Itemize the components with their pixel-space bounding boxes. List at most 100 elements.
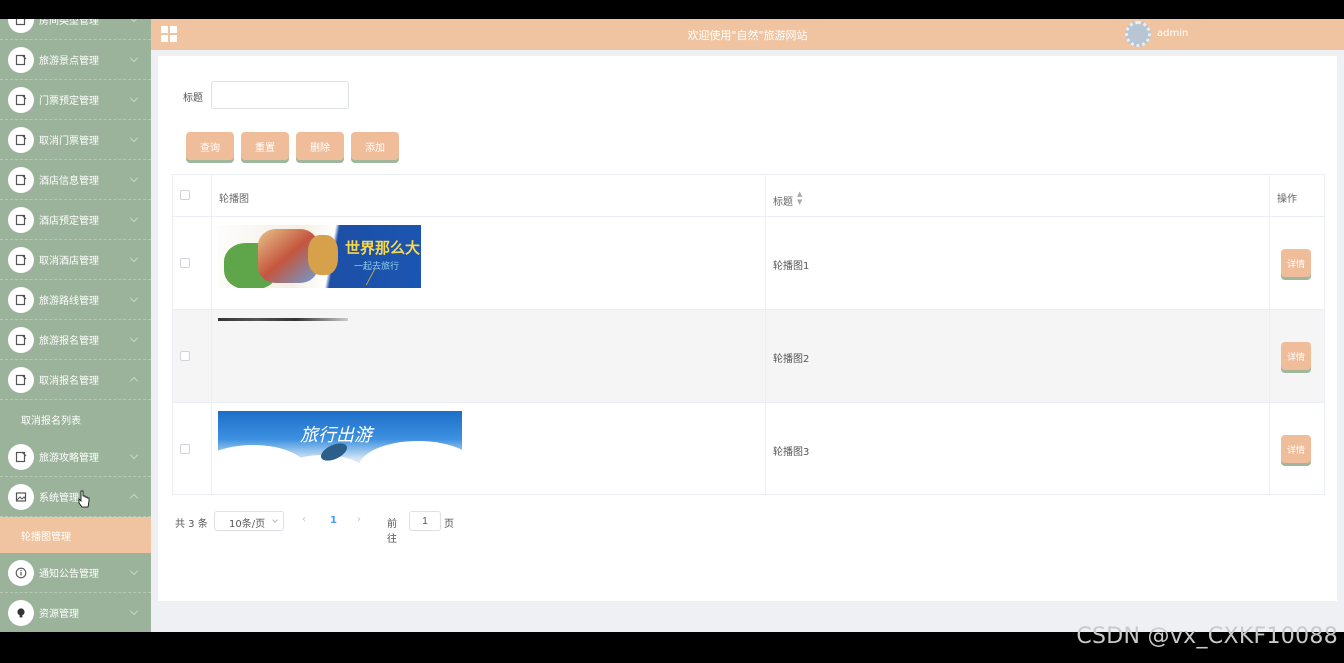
reset-button[interactable]: 重置	[241, 132, 289, 160]
note-icon	[8, 366, 34, 393]
sidebar: 房间类型管理 旅游景点管理 门票预定管理 取消门票管理 酒店信息管理 酒店预定管…	[0, 19, 151, 632]
sidebar-subitem-carousel[interactable]: 轮播图管理	[0, 517, 151, 553]
sidebar-item-label: 通知公告管理	[39, 569, 99, 580]
sidebar-item-routes[interactable]: 旅游路线管理	[0, 280, 151, 320]
chevron-down-icon	[129, 133, 139, 143]
query-button[interactable]: 查询	[186, 132, 234, 160]
page-unit-label: 页	[444, 519, 454, 530]
table-row: 旅行出游 轮播图3 详情	[173, 403, 1324, 495]
sort-icon[interactable]: ▲ ▼	[797, 190, 802, 206]
table-row: 世界那么大 一起去旅行 轮播图1 详情	[173, 217, 1324, 310]
sidebar-subitem-cancel-signup-list[interactable]: 取消报名列表	[0, 401, 151, 437]
sidebar-item-ticket-booking[interactable]: 门票预定管理	[0, 80, 151, 120]
sidebar-item-label: 资源管理	[39, 609, 79, 620]
carousel-table: 轮播图 标题▲ ▼ 操作 世界那么大 一起去旅行 轮播图1 详情 轮播图2 详情…	[172, 174, 1325, 495]
sidebar-item-hotel-info[interactable]: 酒店信息管理	[0, 160, 151, 200]
total-count: 共 3 条	[175, 519, 208, 530]
sidebar-item-label: 旅游路线管理	[39, 296, 99, 307]
chevron-up-icon	[129, 493, 139, 503]
sidebar-item-label: 门票预定管理	[39, 96, 99, 107]
sidebar-item-label: 酒店信息管理	[39, 176, 99, 187]
detail-button[interactable]: 详情	[1281, 342, 1311, 370]
chevron-down-icon	[129, 93, 139, 103]
main-content: 标题 查询 重置 删除 添加 轮播图 标题▲ ▼ 操作 世界那么大 一起去旅行 …	[158, 56, 1337, 601]
note-icon	[8, 206, 34, 233]
table-row: 轮播图2 详情	[173, 310, 1324, 403]
mouse-cursor-icon	[78, 490, 90, 508]
title-filter-input[interactable]	[211, 81, 349, 109]
goto-page-input[interactable]	[409, 511, 441, 531]
sidebar-item-guides[interactable]: 旅游攻略管理	[0, 437, 151, 477]
detail-button[interactable]: 详情	[1281, 435, 1311, 463]
sidebar-item-notices[interactable]: 通知公告管理	[0, 553, 151, 593]
sidebar-item-label: 取消门票管理	[39, 136, 99, 147]
sidebar-item-cancel-hotel[interactable]: 取消酒店管理	[0, 240, 151, 280]
add-button[interactable]: 添加	[351, 132, 399, 160]
avatar[interactable]	[1125, 21, 1151, 47]
sidebar-item-hotel-booking[interactable]: 酒店预定管理	[0, 200, 151, 240]
watermark: CSDN @vx_CXKF10088	[1076, 624, 1338, 649]
chevron-down-icon	[129, 253, 139, 263]
chevron-down-icon	[129, 53, 139, 63]
detail-button[interactable]: 详情	[1281, 249, 1311, 277]
chevron-down-icon	[129, 173, 139, 183]
top-letterbox	[0, 0, 1344, 19]
row-checkbox[interactable]	[180, 351, 190, 361]
note-icon	[8, 326, 34, 353]
info-icon	[8, 559, 34, 586]
note-icon	[8, 166, 34, 193]
chevron-down-icon	[129, 606, 139, 616]
row-checkbox[interactable]	[180, 258, 190, 268]
app-screen: 房间类型管理 旅游景点管理 门票预定管理 取消门票管理 酒店信息管理 酒店预定管…	[0, 19, 1344, 632]
sidebar-item-system[interactable]: 系统管理	[0, 477, 151, 517]
chevron-down-icon	[129, 566, 139, 576]
sidebar-item-label: 房间类型管理	[39, 19, 99, 27]
delete-button[interactable]: 删除	[296, 132, 344, 160]
select-all-checkbox[interactable]	[180, 190, 190, 200]
image-text-main: 世界那么大	[345, 239, 421, 257]
sidebar-item-label: 旅游攻略管理	[39, 453, 99, 464]
sidebar-item-attractions[interactable]: 旅游景点管理	[0, 40, 151, 80]
column-header-image: 轮播图	[219, 194, 249, 205]
sidebar-item-cancel-ticket[interactable]: 取消门票管理	[0, 120, 151, 160]
note-icon	[8, 46, 34, 73]
chevron-down-icon	[129, 333, 139, 343]
carousel-image-2	[218, 318, 348, 321]
chevron-down-icon	[129, 450, 139, 460]
chevron-down-icon	[129, 213, 139, 223]
chevron-up-icon	[129, 376, 139, 386]
sidebar-item-cancel-signup[interactable]: 取消报名管理	[0, 360, 151, 400]
picture-icon	[8, 483, 34, 510]
goto-label: 前往	[387, 519, 397, 545]
note-icon	[8, 86, 34, 113]
row-title: 轮播图3	[773, 447, 810, 458]
chevron-down-icon	[129, 19, 139, 23]
next-page-button[interactable]: ›	[357, 514, 361, 525]
sidebar-item-label: 旅游景点管理	[39, 56, 99, 67]
sidebar-item-room-type[interactable]: 房间类型管理	[0, 19, 151, 40]
prev-page-button[interactable]: ‹	[302, 514, 306, 525]
chevron-down-icon	[272, 517, 278, 523]
row-checkbox[interactable]	[180, 444, 190, 454]
sidebar-item-label: 系统管理	[39, 493, 79, 504]
sidebar-item-label: 取消酒店管理	[39, 256, 99, 267]
title-filter-label: 标题	[183, 93, 203, 104]
username-label[interactable]: admin	[1157, 28, 1188, 39]
sidebar-item-signup[interactable]: 旅游报名管理	[0, 320, 151, 360]
sidebar-item-label: 酒店预定管理	[39, 216, 99, 227]
note-icon	[8, 246, 34, 273]
sidebar-item-resources[interactable]: 资源管理	[0, 593, 151, 632]
carousel-image-1: 世界那么大 一起去旅行	[218, 225, 421, 288]
table-header-row: 轮播图 标题▲ ▼ 操作	[173, 175, 1324, 217]
note-icon	[8, 443, 34, 470]
top-header: 欢迎使用"自然"旅游网站 admin	[151, 19, 1344, 50]
row-title: 轮播图2	[773, 354, 810, 365]
lightbulb-icon	[8, 599, 34, 626]
column-header-title[interactable]: 标题▲ ▼	[773, 190, 802, 208]
page-size-select[interactable]: 10条/页	[214, 511, 284, 531]
note-icon	[8, 286, 34, 313]
page-number[interactable]: 1	[330, 515, 337, 526]
note-icon	[8, 126, 34, 153]
chevron-down-icon	[129, 293, 139, 303]
note-icon	[8, 19, 34, 33]
